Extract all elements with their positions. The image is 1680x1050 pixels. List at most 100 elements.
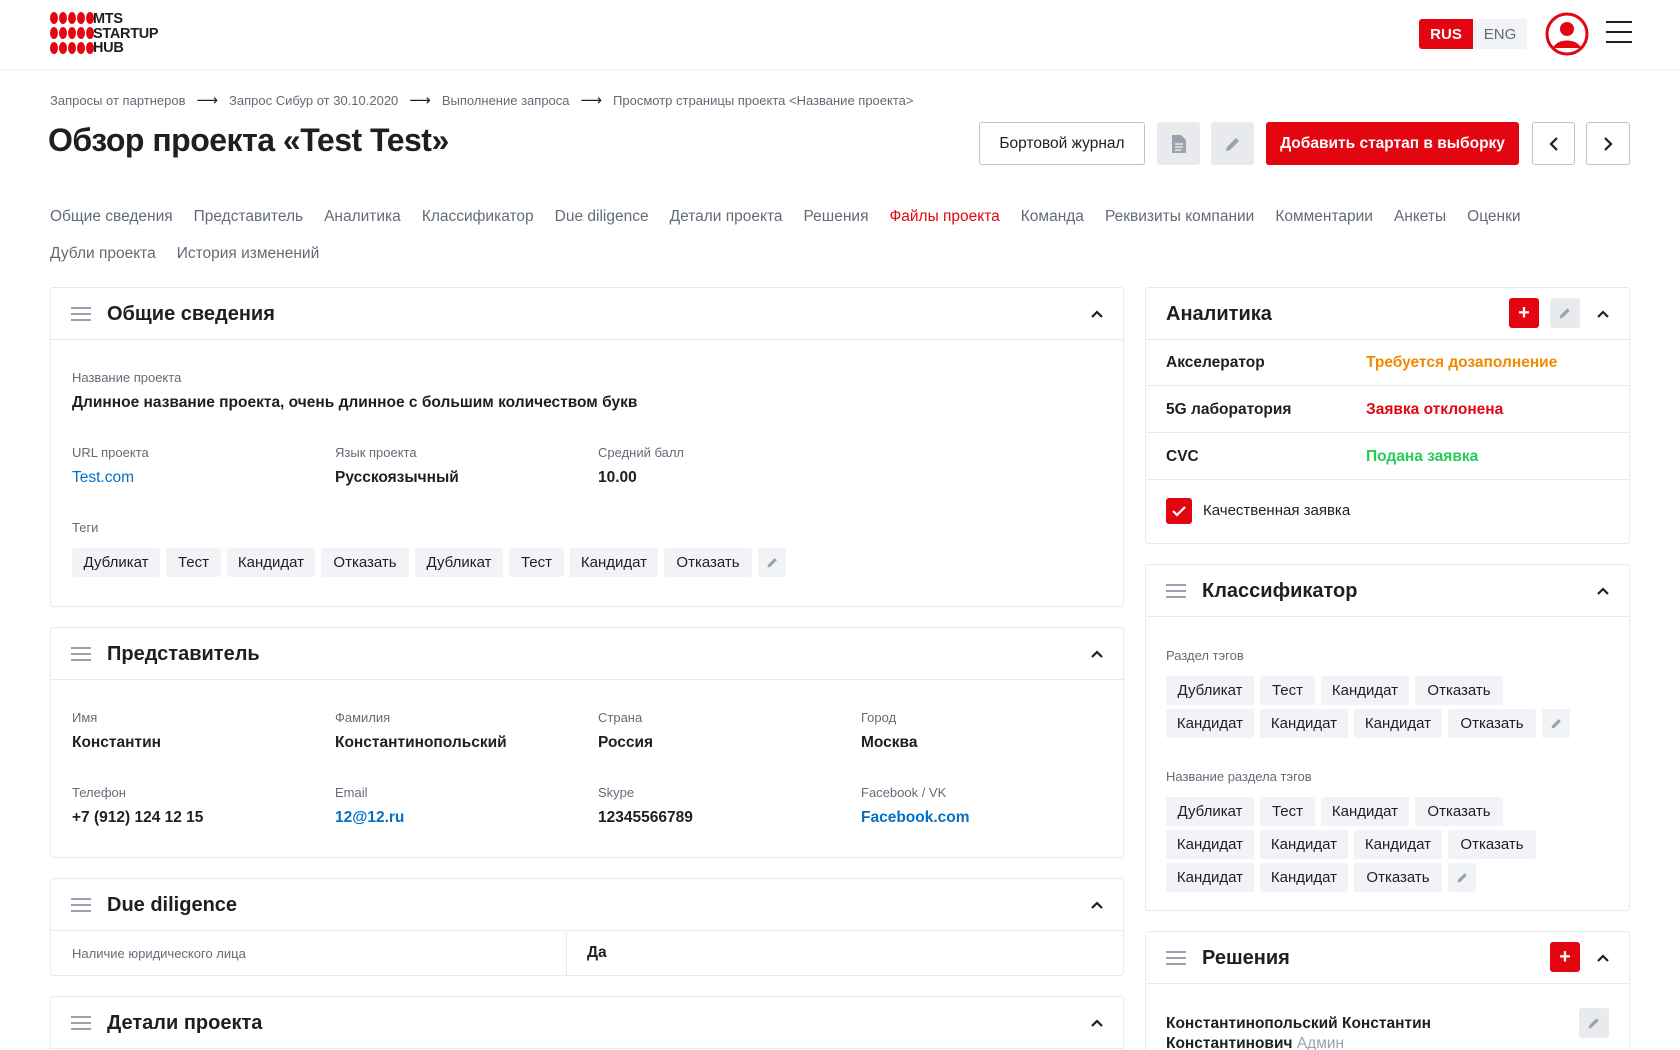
chevron-up-icon[interactable] xyxy=(1595,306,1611,322)
decision-person-patronymic: Константинович xyxy=(1166,1035,1293,1050)
tag-chip[interactable]: Тест xyxy=(509,548,564,577)
tag-chip[interactable]: Тест xyxy=(166,548,221,577)
breadcrumb-item[interactable]: Запросы от партнеров xyxy=(50,93,186,108)
breadcrumb: Запросы от партнеров ⟶ Запрос Сибур от 3… xyxy=(50,91,913,109)
section-tab[interactable]: Дубли проекта xyxy=(50,245,156,263)
menu-burger-icon[interactable] xyxy=(1606,21,1632,47)
tag-chip[interactable]: Кандидат xyxy=(1166,863,1254,892)
document-button[interactable] xyxy=(1157,122,1200,165)
tag-chip[interactable]: Отказать xyxy=(664,548,752,577)
top-header: MTS STARTUP HUB RUS ENG xyxy=(0,0,1680,70)
url-link[interactable]: Test.com xyxy=(72,469,134,487)
section-tab[interactable]: Общие сведения xyxy=(50,208,173,226)
chevron-up-icon[interactable] xyxy=(1089,1015,1105,1031)
tag-chip[interactable]: Дубликат xyxy=(1166,797,1254,826)
tag-chip[interactable]: Отказать xyxy=(321,548,409,577)
tag-chip[interactable]: Кандидат xyxy=(1260,709,1348,738)
tag-chip[interactable]: Дубликат xyxy=(415,548,503,577)
tag-chip[interactable]: Отказать xyxy=(1448,830,1536,859)
tag-chip[interactable]: Отказать xyxy=(1448,709,1536,738)
tag-chip[interactable]: Тест xyxy=(1260,676,1315,705)
section-tab[interactable]: Реквизиты компании xyxy=(1105,208,1254,226)
tag-chip[interactable]: Отказать xyxy=(1415,676,1503,705)
analytics-status: Заявка отклонена xyxy=(1366,401,1504,418)
tag-chip[interactable]: Кандидат xyxy=(1166,709,1254,738)
url-label: URL проекта xyxy=(72,445,149,460)
tag-chip[interactable]: Кандидат xyxy=(1321,676,1409,705)
analytics-row: CVC Подана заявка xyxy=(1146,434,1629,480)
lang-label: Язык проекта xyxy=(335,445,417,460)
section-tab[interactable]: Аналитика xyxy=(324,208,401,226)
edit-analytics-button[interactable] xyxy=(1550,298,1580,328)
section-tab[interactable]: Команда xyxy=(1021,208,1084,226)
quality-checkbox[interactable] xyxy=(1166,498,1192,524)
drag-handle-icon[interactable] xyxy=(1166,951,1186,965)
facebook-link[interactable]: Facebook.com xyxy=(861,809,970,827)
prev-button[interactable] xyxy=(1532,122,1575,165)
legal-entity-value: Да xyxy=(587,944,607,961)
edit-button[interactable] xyxy=(1211,122,1254,165)
section-tab[interactable]: Представитель xyxy=(194,208,303,226)
tag-chip[interactable]: Кандидат xyxy=(1166,830,1254,859)
tag-chip[interactable]: Кандидат xyxy=(227,548,315,577)
analytics-row: Акселератор Требуется дозаполнение xyxy=(1146,340,1629,386)
drag-handle-icon[interactable] xyxy=(1166,584,1186,598)
section-tab[interactable]: Файлы проекта xyxy=(889,208,999,226)
chevron-up-icon[interactable] xyxy=(1089,306,1105,322)
lang-eng-button[interactable]: ENG xyxy=(1473,19,1527,49)
section-tab[interactable]: Классификатор xyxy=(422,208,534,226)
section-tab[interactable]: Анкеты xyxy=(1394,208,1446,226)
tag-chip[interactable]: Отказать xyxy=(1415,797,1503,826)
drag-handle-icon[interactable] xyxy=(71,307,91,321)
section-tab[interactable]: Детали проекта xyxy=(670,208,783,226)
due-diligence-card: Due diligence Наличие юридического лица … xyxy=(50,878,1124,976)
mts-startup-hub-logo[interactable]: MTS STARTUP HUB xyxy=(50,12,180,56)
tag-chip[interactable]: Дубликат xyxy=(1166,676,1254,705)
logo-line-3: HUB xyxy=(93,40,124,56)
pencil-icon xyxy=(1588,1018,1599,1029)
tag-chip[interactable]: Кандидат xyxy=(1354,830,1442,859)
email-label: Email xyxy=(335,785,368,800)
section-tab[interactable]: История изменений xyxy=(177,245,320,263)
add-analytics-button[interactable]: + xyxy=(1509,298,1539,328)
drag-handle-icon[interactable] xyxy=(71,1016,91,1030)
section-tab[interactable]: Комментарии xyxy=(1275,208,1373,226)
tag-chip[interactable]: Кандидат xyxy=(1260,863,1348,892)
country-label: Страна xyxy=(598,710,643,725)
drag-handle-icon[interactable] xyxy=(71,898,91,912)
chevron-up-icon[interactable] xyxy=(1595,583,1611,599)
project-name-label: Название проекта xyxy=(72,370,182,385)
logo-dot xyxy=(50,12,58,24)
logo-dot xyxy=(68,12,76,24)
section-tab[interactable]: Решения xyxy=(804,208,869,226)
drag-handle-icon[interactable] xyxy=(71,647,91,661)
tag-chip[interactable]: Дубликат xyxy=(72,548,160,577)
chevron-up-icon[interactable] xyxy=(1595,950,1611,966)
tag-chip[interactable]: Кандидат xyxy=(1260,830,1348,859)
section-tab[interactable]: Due diligence xyxy=(555,208,649,226)
add-startup-button[interactable]: Добавить стартап в выборку xyxy=(1266,122,1519,165)
edit-tags-button[interactable] xyxy=(758,548,786,577)
breadcrumb-item[interactable]: Запрос Сибур от 30.10.2020 xyxy=(229,93,398,108)
tag-chip[interactable]: Кандидат xyxy=(1354,709,1442,738)
analytics-row: 5G лаборатория Заявка отклонена xyxy=(1146,387,1629,433)
section-tab[interactable]: Оценки xyxy=(1467,208,1520,226)
lang-rus-button[interactable]: RUS xyxy=(1419,19,1473,49)
tag-chip[interactable]: Кандидат xyxy=(570,548,658,577)
tag-chip[interactable]: Отказать xyxy=(1354,863,1442,892)
chevron-up-icon[interactable] xyxy=(1089,897,1105,913)
add-decision-button[interactable]: + xyxy=(1550,942,1580,972)
skype-value: 12345566789 xyxy=(598,809,693,826)
tag-chip[interactable]: Кандидат xyxy=(1321,797,1409,826)
next-button[interactable] xyxy=(1586,122,1630,165)
plus-icon: + xyxy=(1559,945,1571,968)
tag-chip[interactable]: Тест xyxy=(1260,797,1315,826)
email-link[interactable]: 12@12.ru xyxy=(335,809,404,827)
breadcrumb-item[interactable]: Выполнение запроса xyxy=(442,93,570,108)
log-button[interactable]: Бортовой журнал xyxy=(979,122,1145,165)
user-avatar-icon[interactable] xyxy=(1545,12,1589,56)
edit-decision-button[interactable] xyxy=(1579,1008,1609,1038)
chevron-up-icon[interactable] xyxy=(1089,646,1105,662)
edit-tags-button[interactable] xyxy=(1542,709,1570,738)
edit-tags-button[interactable] xyxy=(1448,863,1476,892)
